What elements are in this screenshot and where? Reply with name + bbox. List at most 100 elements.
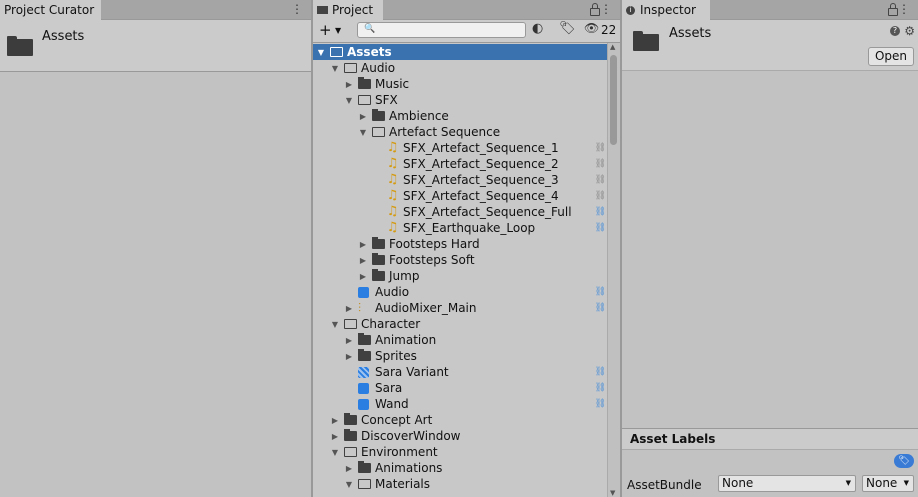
tree-folder-row[interactable]: ▼ Character xyxy=(313,316,608,332)
expand-closed-arrow-icon[interactable]: ▶ xyxy=(358,240,368,249)
assetbundle-value: None xyxy=(722,476,754,490)
filter-by-label-icon[interactable]: 🏷 xyxy=(559,21,576,36)
tree-folder-row[interactable]: ▶ Animation xyxy=(313,332,608,348)
expand-open-arrow-icon[interactable]: ▼ xyxy=(330,64,340,73)
tree-item-label: Sara Variant xyxy=(375,365,449,379)
scroll-up-icon[interactable]: ▲ xyxy=(610,43,615,51)
tree-asset-row[interactable]: ♫ SFX_Artefact_Sequence_1 ⛓ xyxy=(313,140,608,156)
tree-asset-row[interactable]: Sara ⛓ xyxy=(313,380,608,396)
tree-folder-row[interactable]: ▼ Environment xyxy=(313,444,608,460)
folder-icon xyxy=(358,349,371,361)
tree-folder-row[interactable]: ▶ Sprites xyxy=(313,348,608,364)
tree-asset-row[interactable]: ▶ ⫶ AudioMixer_Main ⛓ xyxy=(313,300,608,316)
tree-folder-row[interactable]: ▶ Ambience xyxy=(313,108,608,124)
gear-icon[interactable]: ⚙ xyxy=(904,24,915,38)
inspector-title: Assets xyxy=(669,26,712,41)
lock-icon[interactable] xyxy=(590,3,600,16)
tree-folder-row[interactable]: ▶ DiscoverWindow xyxy=(313,428,608,444)
tree-folder-row[interactable]: ▶ Concept Art xyxy=(313,412,608,428)
tree-item-label: DiscoverWindow xyxy=(361,429,461,443)
inspector-panel: i Inspector ⋮ Assets ? ⚙ Open Asset Labe… xyxy=(622,0,918,497)
folder-open-icon xyxy=(358,479,371,489)
folder-icon xyxy=(317,6,328,14)
filter-by-type-icon[interactable]: ◐ xyxy=(532,21,543,36)
expand-open-arrow-icon[interactable]: ▼ xyxy=(316,48,326,57)
kebab-menu-icon[interactable]: ⋮ xyxy=(291,2,303,16)
add-button[interactable]: + xyxy=(319,21,332,39)
expand-closed-arrow-icon[interactable]: ▶ xyxy=(358,256,368,265)
expand-closed-arrow-icon[interactable]: ▶ xyxy=(344,304,354,313)
expand-closed-arrow-icon[interactable]: ▶ xyxy=(358,112,368,121)
lock-icon[interactable] xyxy=(888,3,898,16)
tree-folder-row[interactable]: ▶ Footsteps Hard xyxy=(313,236,608,252)
link-icon: ⛓ xyxy=(594,207,606,217)
tab-inspector[interactable]: i Inspector xyxy=(622,0,710,20)
project-tabbar: Project ⋮ xyxy=(313,0,620,20)
vertical-scrollbar[interactable]: ▲ ▼ xyxy=(607,43,620,497)
expand-open-arrow-icon[interactable]: ▼ xyxy=(330,320,340,329)
tree-asset-row[interactable]: Wand ⛓ xyxy=(313,396,608,412)
link-icon: ⛓ xyxy=(594,383,606,393)
tree-folder-row[interactable]: ▶ Music xyxy=(313,76,608,92)
tree-folder-row[interactable]: ▶ Animations xyxy=(313,460,608,476)
expand-closed-arrow-icon[interactable]: ▶ xyxy=(344,352,354,361)
scrollbar-thumb[interactable] xyxy=(610,55,617,145)
scroll-down-icon[interactable]: ▼ xyxy=(610,489,615,497)
expand-closed-arrow-icon[interactable]: ▶ xyxy=(330,432,340,441)
tree-folder-row[interactable]: ▼ Materials xyxy=(313,476,608,492)
expand-closed-arrow-icon[interactable]: ▶ xyxy=(344,80,354,89)
expand-open-arrow-icon[interactable]: ▼ xyxy=(344,96,354,105)
audio-clip-icon: ♫ xyxy=(386,188,399,203)
hidden-packages-icon[interactable]: 👁 xyxy=(584,21,599,35)
expand-open-arrow-icon[interactable]: ▼ xyxy=(330,448,340,457)
link-icon: ⛓ xyxy=(594,399,606,409)
tree-asset-row[interactable]: ♫ SFX_Artefact_Sequence_2 ⛓ xyxy=(313,156,608,172)
kebab-menu-icon[interactable]: ⋮ xyxy=(898,2,910,16)
folder-open-icon xyxy=(344,447,357,457)
expand-closed-arrow-icon[interactable]: ▶ xyxy=(344,464,354,473)
expand-closed-arrow-icon[interactable]: ▶ xyxy=(330,416,340,425)
tree-item-label: Materials xyxy=(375,477,431,491)
tree-asset-row[interactable]: ♫ SFX_Artefact_Sequence_4 ⛓ xyxy=(313,188,608,204)
help-icon[interactable]: ? xyxy=(890,26,900,36)
tree-item-label: Music xyxy=(375,77,410,91)
curator-tabbar: Project Curator ⋮ xyxy=(0,0,311,20)
open-button[interactable]: Open xyxy=(867,47,914,66)
tree-item-label: Ambience xyxy=(389,109,449,123)
tree-folder-row[interactable]: ▼ SFX xyxy=(313,92,608,108)
chevron-down-icon[interactable]: ▼ xyxy=(335,26,341,35)
audio-clip-icon: ♫ xyxy=(386,140,399,155)
tree-item-label: Animation xyxy=(375,333,437,347)
variant-dropdown[interactable]: None ▼ xyxy=(862,475,914,492)
tree-item-label: Animations xyxy=(375,461,443,475)
tree-asset-row[interactable]: Audio ⛓ xyxy=(313,284,608,300)
tab-project[interactable]: Project xyxy=(313,0,383,20)
expand-open-arrow-icon[interactable]: ▼ xyxy=(358,128,368,137)
tree-folder-row[interactable]: ▼ Artefact Sequence xyxy=(313,124,608,140)
search-input[interactable]: 🔍 xyxy=(357,22,526,38)
tree-folder-row[interactable]: ▼ Audio xyxy=(313,60,608,76)
tree-folder-row[interactable]: ▶ Jump xyxy=(313,268,608,284)
link-icon: ⛓ xyxy=(594,191,606,201)
prefab-icon xyxy=(358,286,369,298)
tree-asset-row[interactable]: Sara Variant ⛓ xyxy=(313,364,608,380)
audio-mixer-icon: ⫶ xyxy=(358,301,362,315)
tree-folder-row[interactable]: ▼ Assets xyxy=(313,44,608,60)
expand-open-arrow-icon[interactable]: ▼ xyxy=(344,480,354,489)
chevron-down-icon: ▼ xyxy=(903,479,909,487)
assetbundle-dropdown[interactable]: None ▼ xyxy=(718,475,856,492)
prefab-icon xyxy=(358,398,369,410)
tree-folder-row[interactable]: ▶ Footsteps Soft xyxy=(313,252,608,268)
audio-clip-icon: ♫ xyxy=(386,220,399,235)
kebab-menu-icon[interactable]: ⋮ xyxy=(600,2,612,16)
tag-icon[interactable]: 🏷 xyxy=(894,454,914,468)
curator-folder-label: Assets xyxy=(42,29,85,44)
folder-open-icon xyxy=(330,47,343,57)
tab-project-curator[interactable]: Project Curator xyxy=(0,0,101,20)
tree-asset-row[interactable]: ♫ SFX_Earthquake_Loop ⛓ xyxy=(313,220,608,236)
tree-asset-row[interactable]: ♫ SFX_Artefact_Sequence_3 ⛓ xyxy=(313,172,608,188)
expand-closed-arrow-icon[interactable]: ▶ xyxy=(358,272,368,281)
folder-icon xyxy=(372,269,385,281)
expand-closed-arrow-icon[interactable]: ▶ xyxy=(344,336,354,345)
tree-asset-row[interactable]: ♫ SFX_Artefact_Sequence_Full ⛓ xyxy=(313,204,608,220)
